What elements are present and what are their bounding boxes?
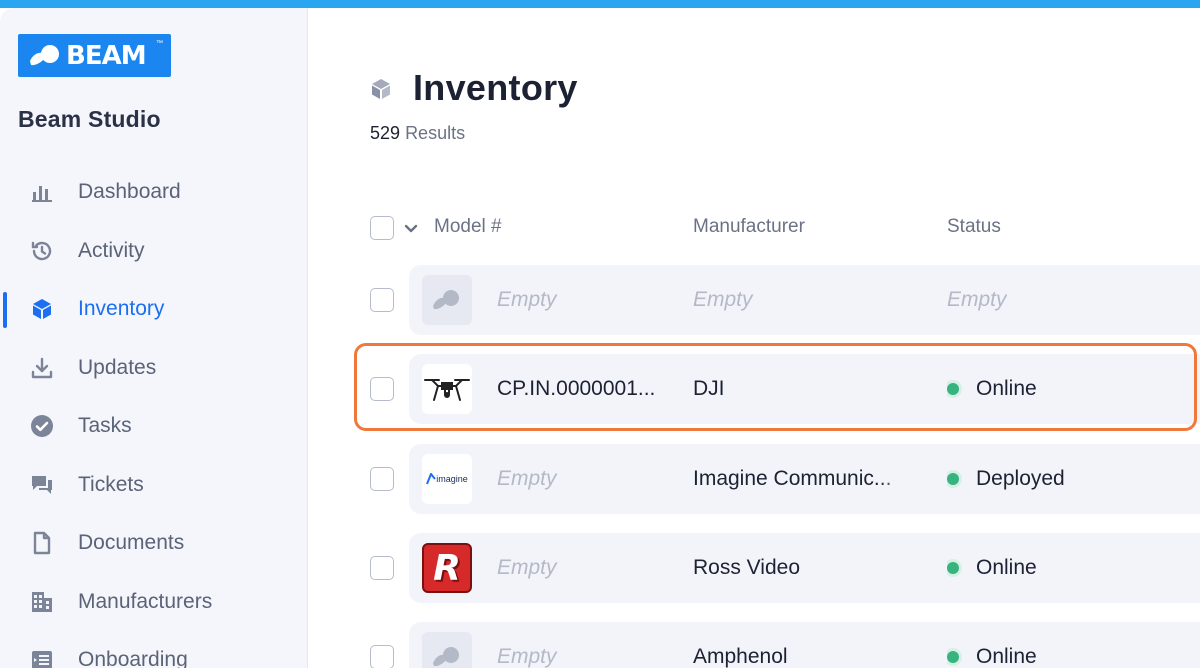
check-circle-icon — [30, 414, 54, 438]
table-row[interactable]: Empty Amphenol Online — [409, 622, 1200, 668]
sidebar-item-label: Onboarding — [78, 648, 188, 668]
status-dot — [947, 562, 959, 574]
beam-placeholder-logo — [422, 275, 472, 325]
table-header: Model # Manufacturer Status — [370, 214, 1200, 242]
sidebar-item-tickets[interactable]: Tickets — [0, 456, 308, 515]
manufacturer-cell: Empty — [693, 288, 753, 311]
select-all-checkbox[interactable] — [370, 216, 394, 240]
status-cell: Empty — [947, 288, 1007, 311]
sidebar-item-label: Dashboard — [78, 180, 181, 204]
imagine-logo: imagine — [422, 454, 472, 504]
main-content: Inventory 529 Results Model # Manufactur… — [309, 8, 1200, 668]
building-icon — [30, 590, 54, 614]
sidebar-item-label: Activity — [78, 238, 145, 262]
sidebar: BEAM ™ Beam Studio Dashboard Activity In… — [0, 8, 308, 668]
column-header-manufacturer[interactable]: Manufacturer — [693, 216, 805, 238]
chevron-down-icon[interactable] — [402, 219, 420, 237]
status-cell: Online — [947, 556, 1037, 580]
studio-name: Beam Studio — [18, 106, 161, 132]
onboarding-icon — [30, 648, 54, 668]
model-cell: Empty — [497, 556, 557, 579]
bar-chart-icon — [30, 180, 54, 204]
manufacturer-cell: Ross Video — [693, 556, 801, 579]
row-checkbox[interactable] — [370, 645, 394, 668]
sidebar-item-label: Tickets — [78, 472, 144, 496]
top-accent-bar — [0, 0, 1200, 8]
row-checkbox[interactable] — [370, 556, 394, 580]
status-text: Online — [976, 645, 1037, 668]
cube-icon — [369, 77, 393, 106]
sidebar-item-dashboard[interactable]: Dashboard — [0, 163, 308, 222]
status-text: Online — [976, 556, 1037, 579]
sidebar-item-tasks[interactable]: Tasks — [0, 397, 308, 456]
sidebar-item-label: Inventory — [78, 297, 165, 321]
chat-bubbles-icon — [30, 473, 54, 497]
ross-logo-text: R — [433, 547, 461, 589]
model-cell: Empty — [497, 467, 557, 490]
column-header-status[interactable]: Status — [947, 216, 1001, 238]
beam-logo-mark-icon — [30, 44, 59, 65]
results-number: 529 — [370, 123, 401, 143]
sidebar-item-label: Manufacturers — [78, 589, 213, 613]
results-count: 529 Results — [370, 123, 465, 144]
logo-trademark: ™ — [156, 40, 163, 47]
sidebar-item-activity[interactable]: Activity — [0, 222, 308, 281]
row-checkbox[interactable] — [370, 288, 394, 312]
row-checkbox[interactable] — [370, 467, 394, 491]
imagine-logo-text: imagine — [436, 474, 468, 484]
table-row[interactable]: R Empty Ross Video Online — [409, 533, 1200, 603]
sidebar-item-label: Updates — [78, 355, 157, 379]
manufacturer-cell: Amphenol — [693, 645, 788, 668]
sidebar-item-manufacturers[interactable]: Manufacturers — [0, 573, 308, 632]
sidebar-item-inventory[interactable]: Inventory — [0, 280, 308, 339]
ross-logo: R — [422, 543, 472, 593]
model-cell: Empty — [497, 645, 557, 668]
status-cell: Deployed — [947, 467, 1065, 491]
beam-logo[interactable]: BEAM ™ — [18, 34, 171, 77]
column-header-model[interactable]: Model # — [434, 216, 502, 238]
status-dot — [947, 651, 959, 663]
sidebar-item-label: Tasks — [78, 414, 132, 438]
results-label: Results — [405, 123, 466, 143]
manufacturer-cell: Imagine Communic... — [693, 467, 892, 490]
logo-text: BEAM — [66, 40, 147, 71]
table-row[interactable]: imagine Empty Imagine Communic... Deploy… — [409, 444, 1200, 514]
selection-highlight — [354, 343, 1197, 431]
history-icon — [30, 239, 54, 263]
sidebar-nav: Dashboard Activity Inventory Updates Tas… — [0, 163, 308, 668]
download-icon — [30, 356, 54, 380]
status-cell: Online — [947, 645, 1037, 668]
cube-icon — [30, 297, 54, 321]
beam-placeholder-logo — [422, 632, 472, 668]
page-title: Inventory — [413, 67, 578, 108]
sidebar-item-documents[interactable]: Documents — [0, 514, 308, 573]
status-text: Deployed — [976, 467, 1065, 490]
app-window: BEAM ™ Beam Studio Dashboard Activity In… — [0, 8, 1200, 668]
sidebar-item-updates[interactable]: Updates — [0, 339, 308, 398]
table-row[interactable]: Empty Empty Empty — [409, 265, 1200, 335]
document-icon — [30, 531, 54, 555]
status-dot — [947, 473, 959, 485]
sidebar-item-label: Documents — [78, 531, 185, 555]
sidebar-item-onboarding[interactable]: Onboarding — [0, 631, 308, 668]
model-cell: Empty — [497, 288, 557, 311]
